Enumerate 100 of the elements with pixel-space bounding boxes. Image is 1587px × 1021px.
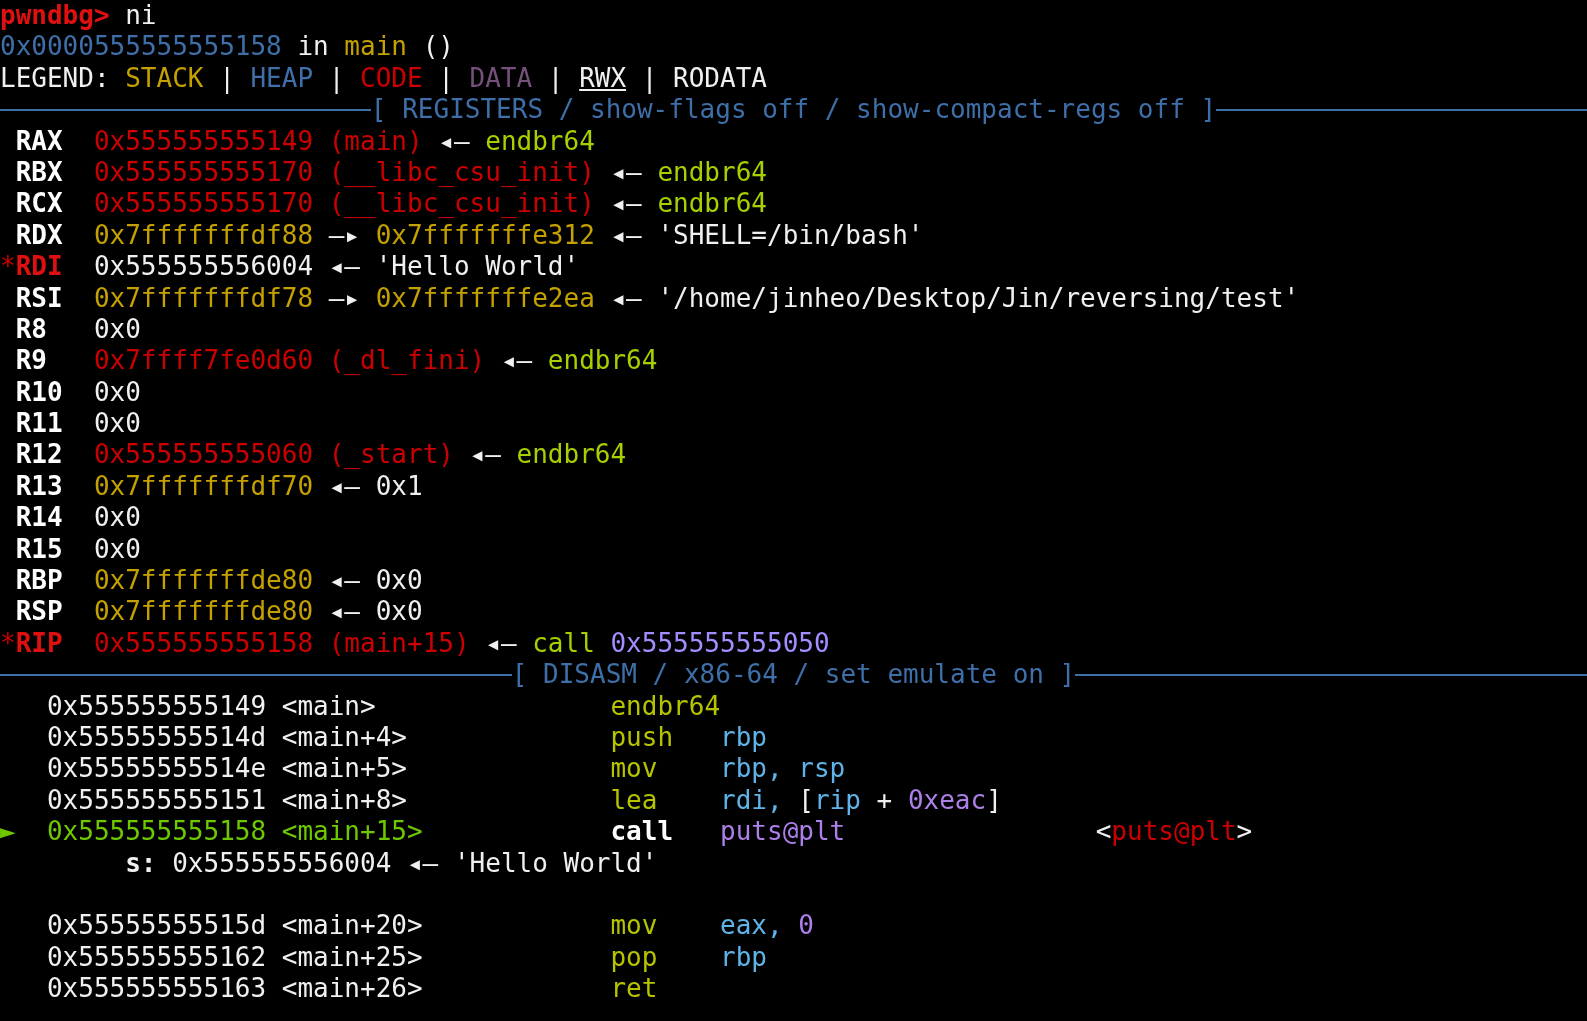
terminal-text: ◂— [328, 251, 360, 283]
code-text: puts@plt [1111, 816, 1237, 847]
terminal-text: 0x0 [93, 533, 141, 566]
instruction-address: 0x555555555158 [46, 816, 268, 848]
register-operand: rbp [720, 722, 767, 752]
terminal-text: () [422, 31, 454, 63]
register-operand: eax, [720, 910, 784, 941]
address-text: HEAP [250, 62, 314, 95]
operand-text: 0 [798, 910, 814, 941]
label-text: s: [125, 847, 157, 879]
terminal-text: RODATA [673, 62, 767, 95]
terminal-text: —▸ [328, 282, 360, 314]
terminal-text: ◂— [500, 345, 533, 377]
terminal-text: [ [798, 784, 814, 815]
rwx-text: RWX [579, 62, 627, 95]
terminal-text: ◂— [485, 627, 517, 660]
register-name: RDX [15, 219, 63, 252]
register-operand: rbp, rsp [720, 753, 846, 784]
stack-text: STACK [125, 62, 204, 95]
terminal-text: ◂— [610, 188, 642, 220]
register-name: RSP [15, 596, 63, 628]
register-operand: rdi, [720, 784, 784, 815]
register-name: R11 [15, 408, 63, 440]
terminal-text: in [297, 31, 329, 63]
register-name: RDI [15, 251, 63, 283]
terminal-text: | [328, 62, 345, 95]
stack-text: 0x7fffffffdf78 [93, 282, 314, 314]
operand-text: puts@plt [720, 816, 846, 847]
stack-text: 0x7fffffffdf88 [93, 219, 314, 252]
register-name: R12 [15, 439, 63, 471]
terminal-text: | [438, 62, 454, 95]
register-operand: rip [813, 784, 861, 815]
register-operand: rbp [720, 941, 767, 972]
terminal-text: | [641, 62, 658, 95]
terminal-text: + [875, 784, 894, 815]
instruction-address: 0x55555555514d [46, 722, 268, 754]
terminal-text: ◂— [328, 470, 360, 503]
code-text: 0x555555555170 (__libc_csu_init) [93, 156, 595, 189]
terminal-text: '/home/jinheo/Desktop/Jin/reversing/test' [657, 282, 1300, 314]
register-name: R10 [15, 376, 63, 409]
terminal-text: 0x1 [375, 470, 423, 503]
terminal-text: 0x0 [375, 565, 423, 597]
changed-marker: * [0, 627, 16, 660]
terminal-text: < [1095, 816, 1112, 847]
instruction-text: endbr64 [516, 439, 627, 471]
terminal-text: ◂— [328, 596, 360, 628]
terminal-text: ◂— [610, 282, 642, 314]
data-text: DATA [469, 62, 533, 95]
register-name: RCX [15, 188, 63, 220]
register-name: RIP [15, 627, 63, 660]
address-text: 0x555555555050 [610, 627, 830, 660]
code-text: CODE [360, 62, 423, 95]
mnemonic-text: ret [610, 973, 659, 1005]
mnemonic-text: call [610, 816, 675, 848]
terminal-text: ◂— [469, 439, 501, 471]
instruction-text: endbr64 [485, 125, 595, 157]
code-text: 0x555555555060 (_start) [93, 439, 454, 471]
register-name: RBX [15, 156, 63, 189]
terminal-text: LEGEND: [0, 62, 110, 95]
changed-marker: * [0, 251, 16, 283]
mnemonic-text: pop [610, 941, 659, 974]
symbol-text: <main+20> [281, 910, 424, 942]
symbol-text: <main+5> [281, 753, 408, 785]
code-text: 0x555555555149 (main) [93, 125, 423, 157]
terminal-text: 0x0 [375, 596, 423, 628]
mnemonic-text: endbr64 [610, 690, 721, 722]
mnemonic-text: lea [610, 784, 659, 817]
terminal-text: > [1236, 816, 1253, 847]
mnemonic-text: mov [610, 910, 659, 942]
terminal-text: | [219, 62, 235, 95]
instruction-address: 0x55555555514e [46, 753, 268, 785]
register-name: R9 [15, 345, 47, 377]
section-title: [ REGISTERS / show-flags off / show-compact-regs off ] [370, 94, 1217, 126]
stack-text: 0x7fffffffde80 [93, 596, 314, 628]
stack-text: 0x7fffffffe312 [375, 219, 595, 252]
instruction-text: call [532, 627, 595, 660]
instruction-address: 0x55555555515d [46, 910, 268, 942]
stack-text: 0x7fffffffdf70 [93, 470, 314, 503]
instruction-address: 0x555555555163 [46, 973, 268, 1005]
terminal-text: 0x0 [93, 502, 141, 534]
terminal-text: ◂— [610, 219, 642, 252]
register-name: RSI [15, 282, 63, 314]
terminal-text: 'SHELL=/bin/bash' [657, 219, 924, 252]
terminal-text: 'Hello World' [453, 847, 658, 879]
operand-text: 0xeac [907, 784, 987, 815]
terminal-text: ] [986, 784, 1002, 815]
symbol-text: <main+15> [281, 816, 424, 848]
code-text: 0x7ffff7fe0d60 (_dl_fini) [93, 345, 486, 377]
register-name: RAX [15, 125, 63, 157]
instruction-text: endbr64 [547, 345, 658, 377]
terminal-text: ◂— [438, 125, 470, 157]
terminal-text: | [547, 62, 564, 95]
terminal-text: 0x555555556004 [93, 251, 314, 283]
register-name: R14 [15, 502, 63, 534]
terminal-text: 0x555555556004 [172, 847, 392, 879]
terminal-text: ni [125, 0, 157, 32]
code-text: 0x555555555170 (__libc_csu_init) [93, 188, 595, 220]
current-marker: ► [0, 816, 16, 847]
terminal-text: ◂— [406, 847, 439, 879]
symbol-text: <main+26> [281, 973, 424, 1005]
